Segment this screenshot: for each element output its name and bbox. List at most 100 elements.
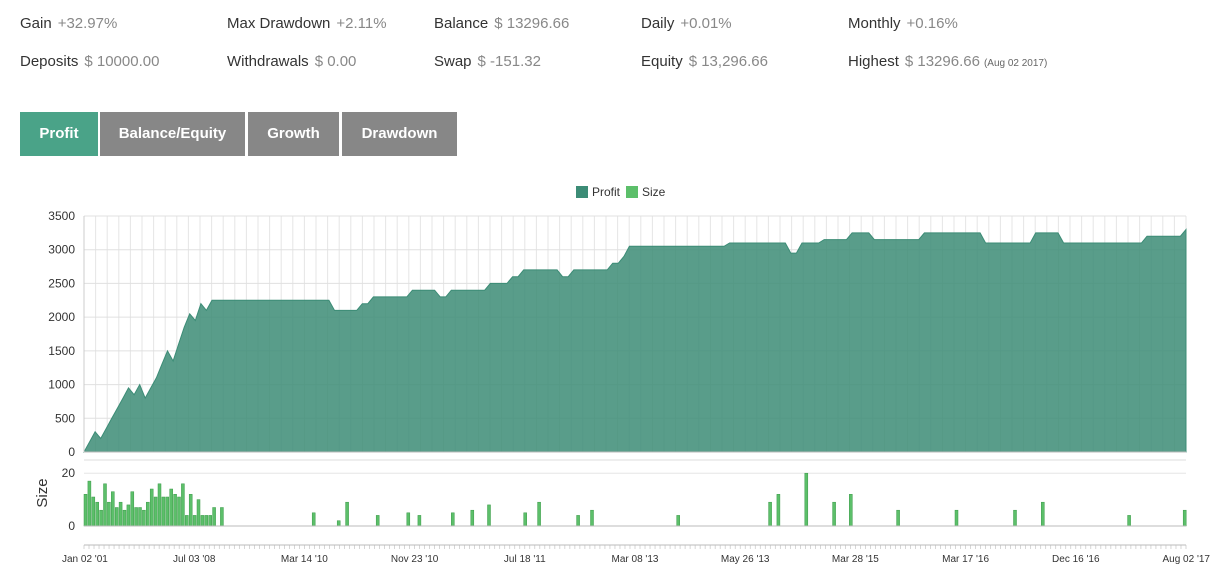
size-bar — [896, 509, 900, 527]
stat-label: Withdrawals — [227, 53, 309, 70]
size-bar — [153, 496, 158, 527]
stat-value: $ 0.00 — [314, 53, 357, 70]
size-bar — [149, 488, 154, 527]
x-tick-label: Mar 08 '13 — [612, 554, 659, 565]
size-bar — [1013, 509, 1017, 527]
stat-value: +32.97% — [57, 15, 118, 32]
stat-label: Equity — [641, 53, 683, 70]
size-bar — [208, 515, 212, 527]
x-tick-label: Jul 18 '11 — [504, 554, 546, 565]
stat-withdrawals: Withdrawals $ 0.00 — [227, 53, 356, 70]
size-bar — [107, 501, 111, 527]
size-bar — [417, 515, 422, 527]
x-tick-label: Nov 23 '10 — [391, 554, 439, 565]
size-bar — [523, 512, 527, 527]
y-tick-label: 500 — [55, 411, 75, 425]
y-tick-label: 2500 — [48, 276, 75, 290]
x-tick-label: Jan 02 '01 — [62, 554, 108, 565]
x-tick-label: Dec 16 '16 — [1052, 554, 1100, 565]
stat-highest: Highest $ 13296.66 (Aug 02 2017) — [848, 53, 1047, 70]
legend-label-profit: Profit — [592, 185, 621, 199]
size-bar — [188, 494, 193, 527]
stat-max-drawdown: Max Drawdown +2.11% — [227, 15, 387, 32]
size-bar — [676, 515, 680, 527]
size-bar — [157, 483, 162, 527]
size-bar — [451, 512, 455, 527]
legend-swatch-profit — [576, 186, 588, 198]
size-bar — [114, 507, 119, 527]
stat-swap: Swap $ -151.32 — [434, 53, 541, 70]
size-bar — [87, 480, 92, 527]
size-bar — [99, 509, 103, 527]
size-bar — [177, 496, 181, 527]
size-bar — [111, 491, 115, 527]
size-bar — [220, 507, 224, 527]
size-bar — [173, 494, 177, 527]
stat-daily: Daily +0.01% — [641, 15, 732, 32]
tab-profit[interactable]: Profit — [20, 112, 98, 156]
stat-label: Balance — [434, 15, 489, 32]
stat-value: $ -151.32 — [477, 53, 541, 70]
y-tick-label: 3000 — [48, 243, 75, 257]
stat-deposits: Deposits $ 10000.00 — [20, 53, 159, 70]
profit-area — [83, 228, 1187, 453]
size-bar — [954, 509, 959, 527]
size-bar — [185, 515, 189, 527]
stat-value: $ 13296.66 — [904, 53, 980, 70]
size-bar — [336, 520, 341, 527]
stat-label: Monthly — [848, 15, 901, 32]
x-tick-label: Mar 28 '15 — [832, 554, 879, 565]
stat-value: +0.16% — [906, 15, 958, 32]
size-bar — [130, 491, 135, 527]
size-bar — [1127, 515, 1131, 527]
x-tick-label: Aug 02 '17 — [1162, 554, 1210, 565]
size-bar — [768, 501, 772, 527]
stat-monthly: Monthly +0.16% — [848, 15, 958, 32]
size-bar — [406, 512, 411, 527]
size-bar — [134, 507, 138, 527]
stat-label: Gain — [20, 15, 52, 32]
x-tick-label: Jul 03 '08 — [173, 554, 216, 565]
y-tick-label: 3500 — [48, 209, 75, 223]
y-tick-label: 2000 — [48, 310, 75, 324]
size-bar — [1182, 509, 1187, 527]
x-tick-label: Mar 17 '16 — [942, 554, 989, 565]
size-bar — [487, 504, 491, 527]
stat-value: $ 10000.00 — [84, 53, 160, 70]
size-bar — [212, 507, 216, 527]
size-bar — [169, 488, 173, 527]
size-bar — [122, 509, 127, 527]
y-tick-label: 0 — [68, 445, 75, 459]
size-bar — [192, 515, 197, 527]
size-bar — [470, 509, 475, 527]
size-bar — [804, 472, 809, 527]
tab-balance-equity[interactable]: Balance/Equity — [100, 112, 245, 156]
size-bar — [204, 515, 209, 527]
size-bar — [181, 483, 185, 527]
stat-equity: Equity $ 13,296.66 — [641, 53, 768, 70]
stat-date: (Aug 02 2017) — [983, 58, 1048, 69]
tab-drawdown[interactable]: Drawdown — [342, 112, 457, 156]
x-tick-label: Mar 14 '10 — [281, 554, 328, 565]
stat-label: Daily — [641, 15, 675, 32]
size-bar — [776, 494, 781, 527]
stat-label: Highest — [848, 53, 899, 70]
size-bar — [91, 496, 96, 527]
size-bar — [95, 501, 99, 527]
size-bar — [375, 515, 380, 527]
stat-gain: Gain +32.97% — [20, 15, 117, 32]
size-tick-label: 0 — [68, 519, 75, 533]
size-axis-title: Size — [34, 478, 51, 507]
y-tick-label: 1500 — [48, 344, 75, 358]
tab-growth[interactable]: Growth — [248, 112, 339, 156]
stat-value: +2.11% — [336, 15, 387, 32]
size-bar — [345, 501, 349, 527]
stat-balance: Balance $ 13296.66 — [434, 15, 569, 32]
stat-value: +0.01% — [680, 15, 732, 32]
size-bar — [142, 509, 146, 527]
stat-label: Max Drawdown — [227, 15, 331, 32]
size-bar — [849, 494, 853, 527]
size-tick-label: 20 — [62, 466, 76, 480]
stat-value: $ 13296.66 — [494, 15, 570, 32]
size-bar — [832, 501, 836, 527]
